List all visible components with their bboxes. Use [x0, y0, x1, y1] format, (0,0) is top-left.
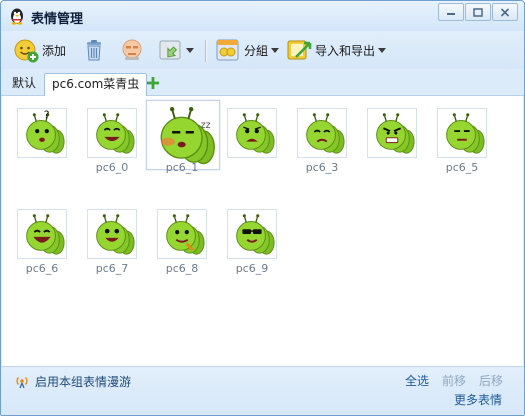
add-button-label: 添加: [42, 43, 67, 58]
roam-label: 启用本组表情漫游: [35, 375, 132, 389]
emoticon-thumbnail: [227, 108, 277, 158]
caterpillar-emoticon-icon: zz: [160, 106, 215, 165]
emoticon-manager-window: 表情管理 添加 分組 导入和导出 默认 pc6.com菜青虫 ? pc6_0 z…: [0, 0, 525, 416]
more-emoticons-link[interactable]: 更多表情: [454, 391, 502, 408]
maximize-icon: [473, 7, 483, 17]
move-forward-link[interactable]: 前移: [442, 372, 466, 389]
caterpillar-emoticon-icon: [236, 113, 275, 154]
window-title: 表情管理: [31, 12, 84, 27]
trash-icon: [87, 40, 101, 61]
svg-text:zz: zz: [201, 120, 211, 131]
emoticon-thumbnail: zz: [146, 100, 220, 170]
emoticon-grid-panel: ? pc6_0 zz pc6_1 pc6_3 pc6_5 pc6_6 pc6_7 pc6_8 pc…: [2, 96, 523, 366]
emoticon-item[interactable]: [226, 100, 296, 190]
emoticon-item[interactable]: pc6_9: [226, 201, 296, 291]
emoticon-thumbnail: [157, 209, 207, 259]
select-all-link[interactable]: 全选: [405, 372, 429, 389]
emoticon-item[interactable]: pc6_6: [16, 201, 86, 291]
emoticon-thumbnail: [17, 209, 67, 259]
caterpillar-emoticon-icon: ?: [26, 110, 65, 154]
toolbar: 添加 分組 导入和导出: [1, 31, 524, 69]
add-group-icon[interactable]: [145, 75, 161, 91]
emoticon-item[interactable]: [366, 100, 436, 190]
emoticon-thumbnail: [87, 209, 137, 259]
group-button[interactable]: 分組: [215, 37, 280, 63]
close-button[interactable]: [492, 3, 518, 21]
group-tabs: 默认 pc6.com菜青虫: [1, 71, 524, 96]
emoticon-label: pc6_6: [25, 262, 59, 275]
emoticon-thumbnail: ?: [17, 108, 67, 158]
svg-text:?: ?: [44, 110, 50, 122]
tab-label: pc6.com菜青虫: [52, 77, 140, 91]
maximize-button[interactable]: [465, 3, 491, 21]
group-button-label: 分組: [244, 43, 269, 58]
emoticon-item[interactable]: zz pc6_1: [146, 100, 226, 190]
import-export-label: 导入和导出: [315, 43, 376, 58]
emoticon-label: pc6_7: [95, 262, 129, 275]
import-export-icon: [287, 40, 312, 60]
minimize-icon: [447, 13, 455, 15]
move-chevron-down-icon: [186, 47, 194, 53]
import-export-button[interactable]: 导入和导出: [286, 37, 387, 63]
title-bar: 表情管理: [1, 1, 524, 31]
emoticon-label: pc6_0: [95, 161, 129, 174]
caterpillar-emoticon-icon: [236, 214, 275, 255]
emoticon-thumbnail: [437, 108, 487, 158]
tab-label: 默认: [12, 76, 37, 90]
move-icon: [159, 40, 181, 60]
broadcast-icon: [16, 376, 28, 388]
emoticon-item[interactable]: pc6_5: [436, 100, 506, 190]
group-icon: [216, 39, 239, 61]
emoticon-thumbnail: [87, 108, 137, 158]
caterpillar-emoticon-icon: [96, 214, 135, 255]
emoticon-item[interactable]: pc6_8: [156, 201, 226, 291]
emoticon-item[interactable]: ?: [16, 100, 86, 190]
emoticon-label: pc6_9: [235, 262, 269, 275]
emoticon-thumbnail: [367, 108, 417, 158]
move-emoticon-button[interactable]: [157, 37, 194, 63]
add-emoticon-icon: [14, 39, 39, 63]
move-back-link[interactable]: 后移: [479, 372, 503, 389]
add-button[interactable]: 添加: [13, 37, 66, 63]
caterpillar-emoticon-icon: [306, 113, 345, 154]
edit-emoticon-button[interactable]: [119, 37, 145, 63]
tab-pc6-caterpillar[interactable]: pc6.com菜青虫: [44, 73, 148, 96]
delete-button[interactable]: [81, 37, 107, 63]
emoticon-item[interactable]: pc6_3: [296, 100, 366, 190]
caterpillar-emoticon-icon: [446, 113, 485, 154]
caterpillar-emoticon-icon: [376, 113, 415, 154]
caterpillar-emoticon-icon: [166, 214, 205, 255]
group-chevron-down-icon: [271, 47, 280, 53]
qq-penguin-icon: [11, 8, 23, 25]
emoticon-label: pc6_5: [445, 161, 479, 174]
emoticon-item[interactable]: pc6_7: [86, 201, 156, 291]
toolbar-divider: [205, 40, 206, 62]
close-icon: [500, 7, 510, 17]
emoticon-label: pc6_1: [165, 161, 199, 174]
minimize-button[interactable]: [438, 3, 464, 21]
emoticon-edit-icon: [122, 39, 142, 60]
emoticon-thumbnail: [297, 108, 347, 158]
footer-bar: 启用本组表情漫游 全选 前移 后移 更多表情: [1, 366, 524, 415]
import-export-chevron-down-icon: [378, 47, 387, 53]
tab-default[interactable]: 默认: [5, 73, 43, 94]
emoticon-thumbnail: [227, 209, 277, 259]
emoticon-label: pc6_3: [305, 161, 339, 174]
emoticon-label: pc6_8: [165, 262, 199, 275]
caterpillar-emoticon-icon: [96, 113, 135, 154]
roam-toggle[interactable]: 启用本组表情漫游: [15, 373, 131, 390]
caterpillar-emoticon-icon: [26, 214, 65, 255]
